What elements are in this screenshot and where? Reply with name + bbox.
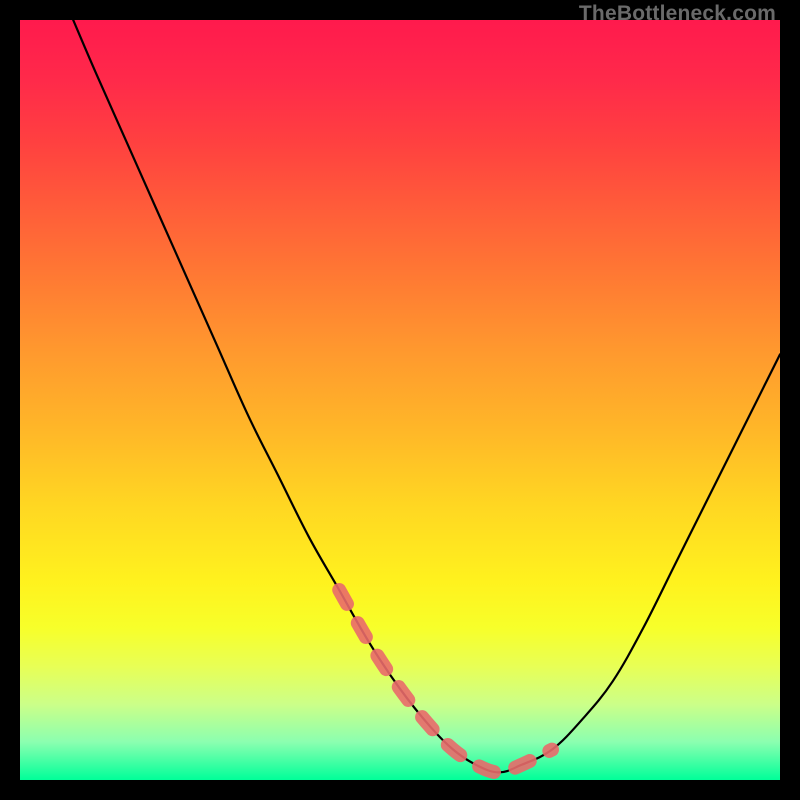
curve-highlight	[339, 590, 552, 772]
curve-svg	[20, 20, 780, 780]
plot-area	[20, 20, 780, 780]
bottleneck-curve	[73, 20, 780, 772]
chart-frame: TheBottleneck.com	[0, 0, 800, 800]
